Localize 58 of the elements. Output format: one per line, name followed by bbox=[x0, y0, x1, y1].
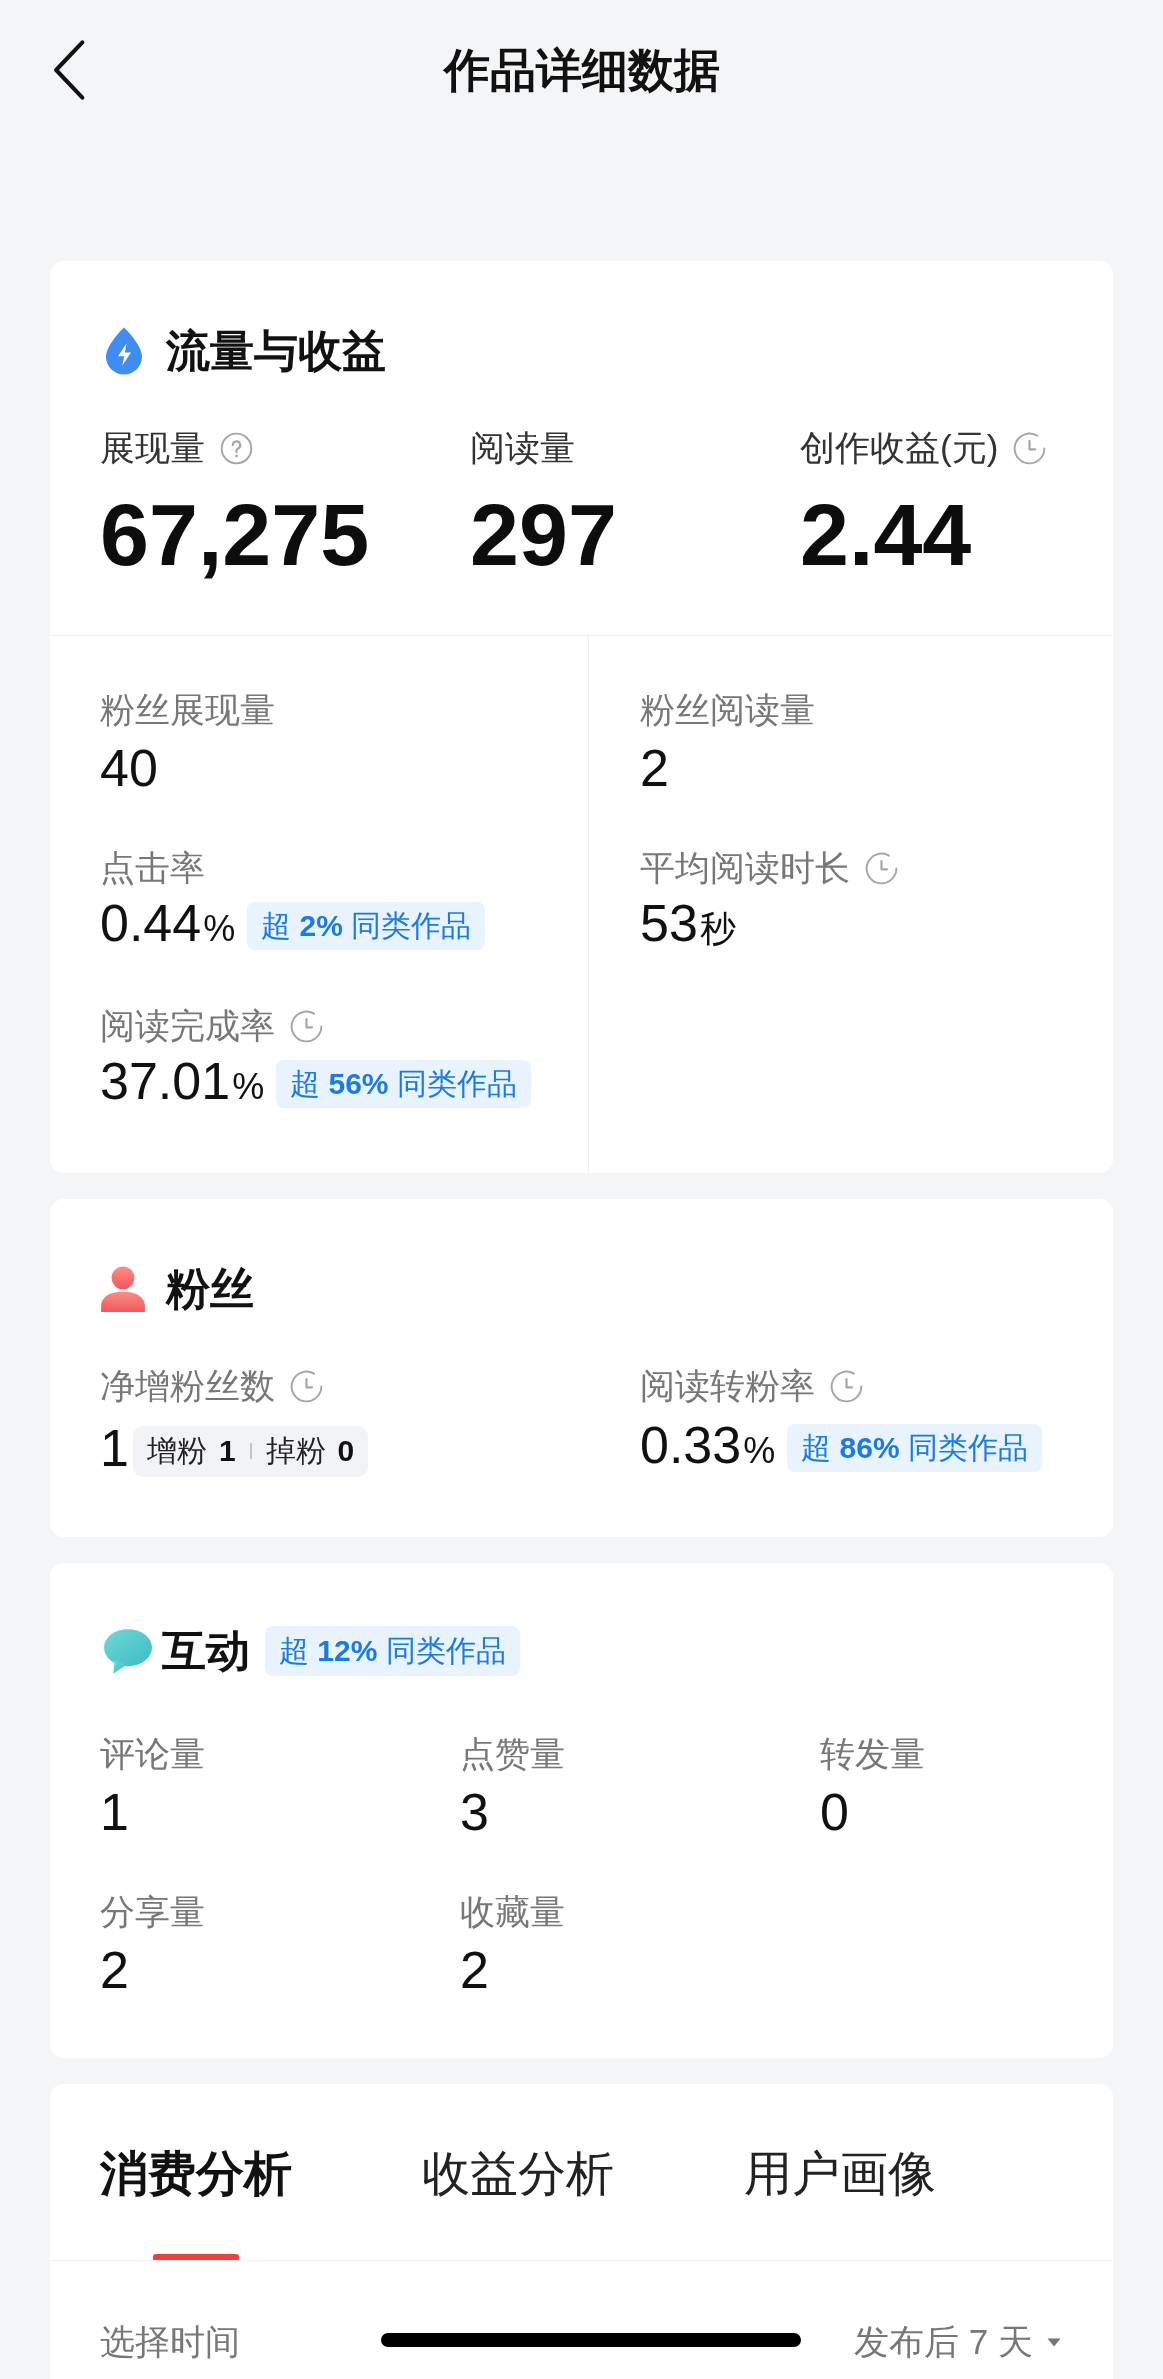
metric-value: 2 bbox=[100, 1940, 129, 2001]
tab[interactable]: 用户画像 bbox=[744, 2144, 936, 2204]
metric-label: 净增粉丝数 bbox=[100, 1365, 275, 1407]
change-value: 1 bbox=[218, 1434, 236, 1468]
metric-label: 分享量 bbox=[100, 1891, 205, 1933]
metric-value: 40 bbox=[100, 738, 158, 799]
filter-label: 选择时间 bbox=[100, 2321, 240, 2363]
section-title: 流量与收益 bbox=[166, 325, 386, 377]
metric-value: 0 bbox=[820, 1782, 849, 1843]
metric-value: 3 bbox=[460, 1782, 489, 1843]
help-icon bbox=[220, 431, 253, 465]
metric-label: 展现量 bbox=[100, 427, 205, 469]
metric-label: 评论量 bbox=[100, 1733, 205, 1775]
metric-label: 阅读量 bbox=[470, 427, 575, 469]
metric-label: 粉丝展现量 bbox=[100, 689, 275, 731]
time-range-dropdown[interactable]: 发布后 7 天 bbox=[854, 2317, 1061, 2367]
metric-label: 创作收益(元) bbox=[800, 427, 999, 469]
metric-label: 点击率 bbox=[100, 847, 205, 889]
metric-value: 297 bbox=[470, 485, 618, 585]
speech-bubble-icon bbox=[104, 1628, 152, 1674]
metric-value: 37.01% bbox=[100, 1051, 265, 1112]
tab[interactable]: 收益分析 bbox=[422, 2144, 614, 2204]
metric-value: 67,275 bbox=[100, 485, 371, 585]
section-title: 粉丝 bbox=[166, 1263, 254, 1315]
comparison-badge: 超 2% 同类作品 bbox=[247, 902, 486, 950]
metric-value: 0.33% bbox=[640, 1415, 776, 1476]
comparison-badge: 超 12% 同类作品 bbox=[265, 1626, 520, 1676]
page-title: 作品详细数据 bbox=[443, 43, 720, 98]
metric-value: 1 bbox=[100, 1418, 129, 1479]
comparison-badge: 超 56% 同类作品 bbox=[276, 1060, 531, 1108]
change-label: 增粉 bbox=[146, 1432, 207, 1469]
caret-down-icon bbox=[1047, 2337, 1061, 2347]
metric-value: 0.44% bbox=[100, 893, 236, 954]
metric-label: 粉丝阅读量 bbox=[640, 689, 815, 731]
section-title: 互动 bbox=[162, 1625, 250, 1677]
metric-label: 阅读完成率 bbox=[100, 1005, 275, 1047]
metric-label: 收藏量 bbox=[460, 1891, 565, 1933]
comparison-badge: 超 86% 同类作品 bbox=[787, 1424, 1042, 1472]
person-icon bbox=[100, 1266, 146, 1312]
back-button[interactable] bbox=[52, 39, 86, 101]
clock-icon bbox=[290, 1009, 323, 1043]
change-value: 0 bbox=[337, 1434, 355, 1468]
change-label: 掉粉 bbox=[265, 1432, 326, 1469]
metric-label: 阅读转粉率 bbox=[640, 1365, 815, 1407]
metric-value: 53秒 bbox=[640, 893, 736, 954]
back-icon bbox=[52, 39, 86, 101]
metric-label: 平均阅读时长 bbox=[640, 847, 850, 889]
clock-icon bbox=[290, 1369, 323, 1403]
metric-value: 2 bbox=[640, 738, 669, 799]
metric-label: 转发量 bbox=[820, 1733, 925, 1775]
tab[interactable]: 消费分析 bbox=[100, 2144, 292, 2260]
metric-value: 1 bbox=[100, 1782, 129, 1843]
metric-label: 点赞量 bbox=[460, 1733, 565, 1775]
clock-icon bbox=[865, 851, 898, 885]
clock-icon bbox=[1013, 431, 1047, 465]
clock-icon bbox=[830, 1369, 863, 1403]
metric-value: 2.44 bbox=[800, 485, 973, 585]
metric-value: 2 bbox=[460, 1940, 489, 2001]
